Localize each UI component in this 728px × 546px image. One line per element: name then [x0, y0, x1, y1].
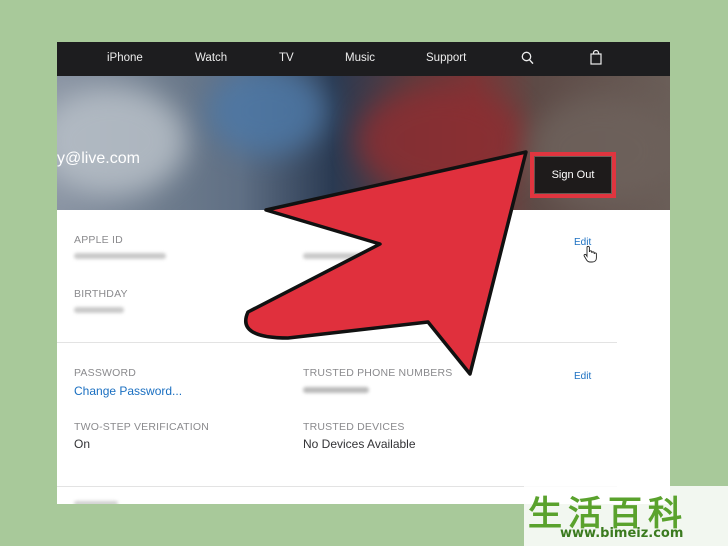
annotation-arrow — [244, 150, 528, 376]
watermark-url: www.bimeiz.com — [560, 526, 684, 541]
